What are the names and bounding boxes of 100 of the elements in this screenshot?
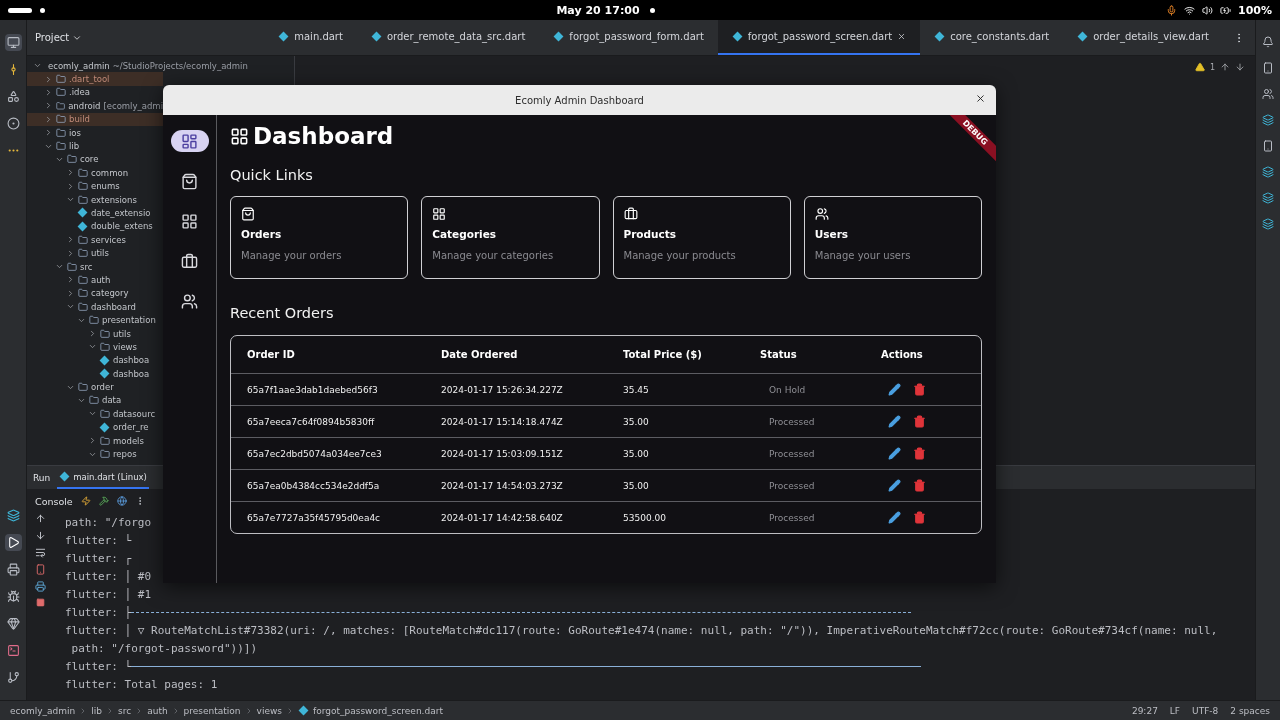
line-ending[interactable]: LF: [1169, 705, 1181, 716]
tree-item[interactable]: views: [113, 341, 137, 352]
tree-item[interactable]: common: [91, 167, 129, 178]
editor-tab[interactable]: core_constants.dart: [920, 20, 1064, 55]
arrow-up-icon[interactable]: [1220, 62, 1230, 72]
chevron-right-icon[interactable]: [88, 436, 97, 446]
tree-item[interactable]: core: [80, 154, 99, 165]
tree-item[interactable]: presentation: [102, 315, 156, 326]
tree-item[interactable]: lib: [69, 141, 80, 152]
monitor-icon[interactable]: [6, 36, 20, 49]
phone-icon[interactable]: [1262, 62, 1274, 74]
pencil-icon[interactable]: [888, 415, 901, 428]
encoding[interactable]: UTF-8: [1192, 705, 1219, 716]
gem-icon[interactable]: [6, 617, 20, 630]
trash-icon[interactable]: [913, 415, 926, 428]
stop-icon[interactable]: [35, 598, 45, 607]
workspace-dot[interactable]: [40, 7, 45, 13]
quick-link-card[interactable]: Users Manage your users: [803, 196, 982, 279]
layers-icon[interactable]: [1262, 166, 1274, 178]
breadcrumb-item[interactable]: views: [256, 705, 282, 716]
editor-tab[interactable]: forgot_password_form.dart: [539, 20, 718, 55]
hammer-icon[interactable]: [98, 496, 109, 506]
chevron-right-icon[interactable]: [44, 74, 53, 84]
tree-item[interactable]: repos: [113, 449, 137, 459]
trash-icon[interactable]: [913, 479, 926, 492]
tree-item[interactable]: ios: [69, 127, 81, 138]
chevron-right-icon[interactable]: [66, 275, 75, 285]
nav-item[interactable]: [170, 130, 209, 152]
chevron-right-icon[interactable]: [44, 101, 53, 111]
tree-item[interactable]: dashboa: [113, 368, 150, 379]
tree-item[interactable]: utils: [113, 328, 131, 339]
tree-item[interactable]: double_extens: [91, 221, 153, 232]
trash-icon[interactable]: [913, 383, 926, 396]
indent-setting[interactable]: 2 spaces: [1230, 705, 1270, 716]
tree-item[interactable]: date_extensio: [91, 208, 151, 218]
breadcrumb-item[interactable]: ecomly_admin: [10, 705, 76, 716]
quick-link-card[interactable]: Products Manage your products: [612, 196, 791, 279]
warning-count[interactable]: 1: [1209, 62, 1215, 72]
run-tab[interactable]: main.dart (Linux): [57, 466, 149, 489]
tree-item[interactable]: models: [113, 435, 144, 446]
branch-icon[interactable]: [6, 671, 20, 684]
layers-icon[interactable]: [1262, 192, 1274, 204]
editor-tab[interactable]: order_remote_data_src.dart: [356, 20, 540, 55]
globe-icon[interactable]: [116, 496, 127, 506]
terminal-icon[interactable]: [6, 644, 20, 657]
circle-icon[interactable]: [6, 117, 20, 130]
pencil-icon[interactable]: [888, 511, 901, 524]
users-icon[interactable]: [1262, 88, 1274, 100]
breadcrumb-item[interactable]: lib: [91, 705, 102, 716]
chevron-right-icon[interactable]: [44, 128, 53, 138]
close-icon[interactable]: [897, 32, 907, 41]
chevron-right-icon[interactable]: [44, 114, 53, 124]
tree-item[interactable]: .idea: [69, 87, 90, 98]
play-icon[interactable]: [6, 536, 20, 549]
tree-item[interactable]: auth: [91, 274, 111, 285]
bell-icon[interactable]: [1262, 36, 1274, 48]
console-tab[interactable]: Console: [35, 495, 73, 507]
arrow-down-icon[interactable]: [34, 530, 46, 541]
chevron-right-icon[interactable]: [66, 235, 75, 245]
chevron-right-icon[interactable]: [88, 329, 97, 338]
chevron-right-icon[interactable]: [66, 248, 75, 258]
tree-item[interactable]: order: [91, 382, 114, 393]
breadcrumb-item[interactable]: presentation: [183, 705, 241, 716]
printer-icon[interactable]: [6, 563, 20, 576]
pencil-icon[interactable]: [888, 479, 901, 492]
arrow-up-icon[interactable]: [34, 513, 46, 524]
tree-item[interactable]: data: [102, 395, 122, 406]
tree-item[interactable]: extensions: [91, 194, 137, 205]
tree-item[interactable]: android: [68, 100, 101, 111]
excluded-folder-row[interactable]: build: [27, 112, 163, 126]
quick-link-card[interactable]: Orders Manage your orders: [230, 196, 409, 279]
quick-link-card[interactable]: Categories Manage your categories: [421, 196, 600, 279]
layers-icon[interactable]: [6, 509, 20, 522]
excluded-folder-row[interactable]: .dart_tool: [27, 72, 163, 86]
breadcrumb-item[interactable]: forgot_password_screen.dart: [313, 705, 443, 716]
tree-item[interactable]: src: [80, 261, 93, 272]
tree-item[interactable]: dashboard: [91, 301, 136, 312]
tree-item[interactable]: dashboa: [113, 355, 150, 366]
layers-icon[interactable]: [1262, 114, 1274, 126]
close-button[interactable]: [975, 93, 986, 104]
phone-icon[interactable]: [34, 564, 46, 575]
breadcrumb-item[interactable]: auth: [147, 705, 168, 716]
chevron-right-icon[interactable]: [66, 168, 75, 178]
pencil-icon[interactable]: [888, 447, 901, 460]
tree-item[interactable]: .dart_tool: [69, 74, 110, 85]
chevron-right-icon[interactable]: [44, 87, 53, 97]
lightning-icon[interactable]: [80, 496, 91, 506]
trash-icon[interactable]: [913, 511, 926, 524]
editor-tab[interactable]: forgot_password_screen.dart: [717, 20, 921, 55]
tree-item[interactable]: datasourc: [113, 408, 156, 419]
layers-icon[interactable]: [1262, 218, 1274, 230]
date-time[interactable]: May 20 17:00: [556, 3, 640, 17]
breadcrumb-item[interactable]: src: [118, 705, 132, 716]
phone-icon[interactable]: [1262, 140, 1274, 152]
wrap-icon[interactable]: [34, 547, 46, 558]
printer-icon[interactable]: [34, 581, 46, 592]
editor-tab[interactable]: order_details_view.dart: [1063, 20, 1223, 55]
tree-item[interactable]: category: [91, 288, 129, 299]
warning-icon[interactable]: [1194, 62, 1205, 72]
tree-item[interactable]: enums: [91, 181, 120, 192]
